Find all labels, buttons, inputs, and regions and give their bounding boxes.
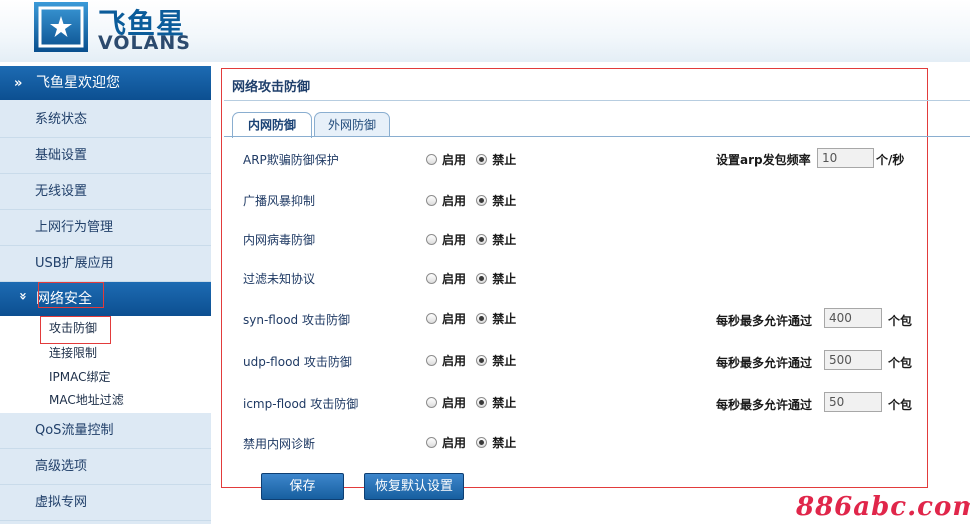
radio-diagnosis-enable[interactable] <box>426 437 437 448</box>
radio-group-icmp-flood: 启用 禁止 <box>426 394 516 411</box>
arp-rate-unit: 个/秒 <box>876 153 905 167</box>
row-label-syn-flood: syn-flood 攻击防御 <box>243 313 350 327</box>
radio-protocol-disable[interactable] <box>476 273 488 284</box>
icmp-limit-unit: 个包 <box>888 398 913 412</box>
sidebar-item-qos[interactable]: QoS流量控制 <box>0 413 211 449</box>
sidebar-welcome-label: 飞鱼星欢迎您 <box>36 75 120 91</box>
site-watermark: 886abc.com <box>796 492 970 522</box>
udp-limit-unit: 个包 <box>888 356 913 370</box>
row-label-icmp-flood: icmp-flood 攻击防御 <box>243 397 359 411</box>
row-label-virus-defense: 内网病毒防御 <box>243 233 316 247</box>
udp-limit-input[interactable] <box>824 350 882 370</box>
sidebar-item-usb-apps[interactable]: USB扩展应用 <box>0 246 211 282</box>
sidebar-item-advanced[interactable]: 高级选项 <box>0 449 211 485</box>
tab-internal-defense[interactable]: 内网防御 <box>232 112 312 138</box>
radio-broadcast-disable[interactable] <box>476 195 488 206</box>
radio-arp-disable[interactable] <box>476 154 488 165</box>
sidebar-item-vpn[interactable]: 虚拟专网 <box>0 485 211 521</box>
sidebar: » 飞鱼星欢迎您 系统状态 基础设置 无线设置 上网行为管理 USB扩展应用 » 网… <box>0 66 211 524</box>
radio-group-broadcast-storm: 启用 禁止 <box>426 192 516 209</box>
arp-rate-label: 设置arp发包频率 <box>716 153 811 167</box>
row-label-lan-diagnosis: 禁用内网诊断 <box>243 437 316 451</box>
radio-protocol-enable[interactable] <box>426 273 437 284</box>
syn-limit-unit: 个包 <box>888 314 913 328</box>
page-title: 网络攻击防御 <box>232 80 311 95</box>
radio-virus-enable[interactable] <box>426 234 437 245</box>
restore-defaults-button[interactable]: 恢复默认设置 <box>364 473 464 500</box>
syn-limit-input[interactable] <box>824 308 882 328</box>
logo-text-en: VOLANS <box>98 32 191 54</box>
row-label-udp-flood: udp-flood 攻击防御 <box>243 355 352 369</box>
radio-group-virus-defense: 启用 禁止 <box>426 231 516 248</box>
radio-arp-enable[interactable] <box>426 154 437 165</box>
radio-group-syn-flood: 启用 禁止 <box>426 310 516 327</box>
sidebar-item-system-status[interactable]: 系统状态 <box>0 102 211 138</box>
tab-divider <box>224 136 970 137</box>
icmp-limit-label: 每秒最多允许通过 <box>716 398 813 412</box>
radio-icmp-disable[interactable] <box>476 397 488 408</box>
radio-group-lan-diagnosis: 启用 禁止 <box>426 434 516 451</box>
sidebar-subitem-connection-limit[interactable]: 连接限制 <box>49 342 97 364</box>
arp-rate-input[interactable] <box>817 148 874 168</box>
highlight-box-attack-defense <box>40 316 111 344</box>
sidebar-welcome[interactable]: » 飞鱼星欢迎您 <box>0 66 211 100</box>
row-label-unknown-protocol: 过滤未知协议 <box>243 272 316 286</box>
radio-diagnosis-disable[interactable] <box>476 437 488 448</box>
icmp-limit-input[interactable] <box>824 392 882 412</box>
radio-syn-disable[interactable] <box>476 313 488 324</box>
row-label-arp: ARP欺骗防御保护 <box>243 153 339 167</box>
sidebar-subitem-ipmac-binding[interactable]: IPMAC绑定 <box>49 366 111 388</box>
highlight-box-security <box>38 282 104 308</box>
sidebar-item-behavior-management[interactable]: 上网行为管理 <box>0 210 211 246</box>
double-chevron-down-icon: » <box>15 292 30 301</box>
radio-udp-disable[interactable] <box>476 355 488 366</box>
radio-syn-enable[interactable] <box>426 313 437 324</box>
radio-virus-disable[interactable] <box>476 234 488 245</box>
sidebar-item-basic-settings[interactable]: 基础设置 <box>0 138 211 174</box>
save-button[interactable]: 保存 <box>261 473 344 500</box>
row-label-broadcast-storm: 广播风暴抑制 <box>243 194 316 208</box>
volans-logo-icon <box>34 2 88 52</box>
sidebar-item-network-security[interactable]: » 网络安全 <box>0 282 211 316</box>
radio-udp-enable[interactable] <box>426 355 437 366</box>
radio-icmp-enable[interactable] <box>426 397 437 408</box>
radio-group-arp: 启用 禁止 <box>426 151 516 168</box>
header: 飞鱼星 VOLANS <box>0 0 970 62</box>
radio-broadcast-enable[interactable] <box>426 195 437 206</box>
syn-limit-label: 每秒最多允许通过 <box>716 314 813 328</box>
radio-group-unknown-protocol: 启用 禁止 <box>426 270 516 287</box>
tab-external-defense[interactable]: 外网防御 <box>314 112 390 137</box>
sidebar-subitem-mac-filter[interactable]: MAC地址过滤 <box>49 389 124 411</box>
sidebar-item-wireless-settings[interactable]: 无线设置 <box>0 174 211 210</box>
udp-limit-label: 每秒最多允许通过 <box>716 356 813 370</box>
double-chevron-right-icon: » <box>14 76 23 91</box>
title-divider <box>224 100 970 101</box>
radio-group-udp-flood: 启用 禁止 <box>426 352 516 369</box>
